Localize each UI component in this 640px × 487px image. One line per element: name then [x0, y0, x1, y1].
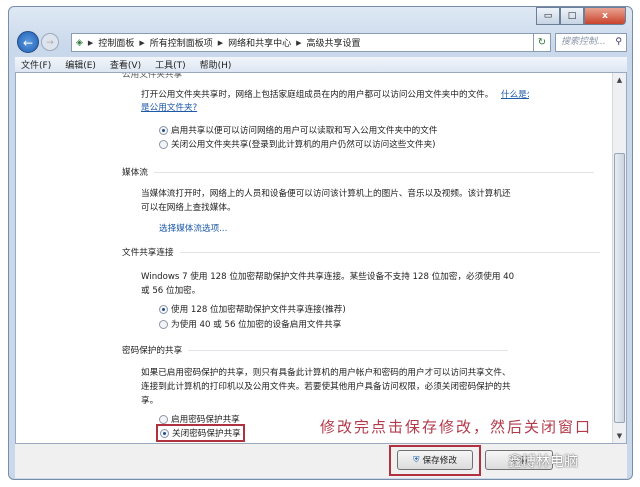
radio-label: 关闭公用文件夹共享(登录到此计算机的用户仍然可以访问这些文件夹)	[171, 140, 436, 150]
radio-label: 使用 128 位加密帮助保护文件共享连接(推荐)	[171, 305, 346, 315]
media-text: 当媒体流打开时，网络上的人员和设备便可以访问该计算机上的图片、音乐以及视频。该计…	[141, 189, 511, 199]
refresh-icon[interactable]: ↻	[533, 33, 551, 52]
file-sharing-heading: 文件共享连接	[122, 246, 600, 258]
radio-button[interactable]	[159, 139, 168, 149]
menu-tools[interactable]: 工具(T)	[155, 58, 186, 71]
radio-button[interactable]	[159, 319, 168, 329]
radio-40-56-bit[interactable]: 为使用 40 或 56 位加密的设备启用文件共享	[159, 318, 341, 330]
forward-arrow-icon[interactable]: →	[41, 33, 59, 51]
settings-content: 公用文件夹共享 打开公用文件夹共享时，网络上包括家庭组成员在内的用户都可以访问公…	[15, 72, 627, 444]
annotation-text: 修改完点击保存修改，然后关闭窗口	[320, 418, 593, 436]
chevron-right-icon: ▶	[296, 38, 302, 47]
watermark: 鑫博林电脑	[508, 454, 578, 470]
radio-128-bit[interactable]: 使用 128 位加密帮助保护文件共享连接(推荐)	[159, 303, 346, 315]
search-placeholder: 搜索控制...	[561, 37, 606, 47]
divider	[179, 251, 600, 253]
radio-disable-password-sharing[interactable]: 关闭密码保护共享	[156, 424, 245, 442]
save-changes-button[interactable]: ⛨ 保存修改	[397, 450, 473, 470]
breadcrumb-item[interactable]: 网络和共享中心	[228, 36, 291, 49]
radio-label: 为使用 40 或 56 位加密的设备启用文件共享	[171, 320, 342, 330]
file-sharing-text: Windows 7 使用 128 位加密帮助保护文件共享连接。某些设备不支持 1…	[141, 272, 515, 282]
control-panel-icon: ◈	[76, 37, 83, 48]
password-text: 如果已启用密码保护的共享，则只有具备此计算机的用户帐户和密码的用户才可以访问共享…	[141, 368, 511, 378]
radio-enable-public-sharing[interactable]: 启用共享以便可以访问网络的用户可以读取和写入公用文件夹中的文件	[159, 124, 437, 136]
section-title: 文件共享连接	[122, 248, 174, 258]
shield-icon: ⛨	[413, 455, 420, 465]
section-title: 密码保护的共享	[122, 346, 183, 356]
save-label: 保存修改	[422, 456, 457, 466]
scroll-up-icon[interactable]: ▲	[613, 73, 626, 87]
file-sharing-text: 或 56 位加密。	[141, 286, 201, 296]
maximize-button[interactable]: □	[560, 7, 584, 25]
password-heading: 密码保护的共享	[122, 344, 509, 356]
menu-edit[interactable]: 编辑(E)	[65, 58, 96, 71]
address-bar: ← → ◈ ▶ 控制面板 ▶ 所有控制面板项 ▶ 网络和共享中心 ▶ 高级共享设…	[15, 31, 627, 53]
section-title: 媒体流	[122, 168, 148, 178]
what-is-public-folder-link[interactable]: 什么是公用文件夹?	[501, 88, 529, 100]
password-text: 享。	[141, 396, 159, 406]
radio-button[interactable]	[159, 414, 168, 424]
radio-label: 关闭密码保护共享	[172, 429, 241, 439]
menu-file[interactable]: 文件(F)	[21, 58, 51, 71]
scroll-down-icon[interactable]: ▼	[613, 429, 626, 443]
public-folder-description: 打开公用文件夹共享时，网络上包括家庭组成员在内的用户都可以访问公用文件夹中的文件…	[141, 90, 494, 100]
breadcrumb-item[interactable]: 控制面板	[98, 36, 134, 49]
search-input[interactable]: 搜索控制... ⚲	[555, 33, 627, 52]
breadcrumb-item[interactable]: 高级共享设置	[307, 36, 361, 49]
menu-view[interactable]: 查看(V)	[110, 58, 141, 71]
chevron-right-icon: ▶	[139, 38, 145, 47]
radio-button[interactable]	[159, 125, 168, 135]
minimize-button[interactable]: ▭	[536, 7, 560, 25]
divider	[188, 349, 509, 351]
window-controls: ▭ □ x	[536, 7, 626, 25]
breadcrumb[interactable]: ◈ ▶ 控制面板 ▶ 所有控制面板项 ▶ 网络和共享中心 ▶ 高级共享设置 ▼	[71, 33, 549, 52]
radio-button[interactable]	[159, 304, 168, 314]
search-icon[interactable]: ⚲	[615, 34, 622, 51]
vertical-scrollbar[interactable]: ▲ ▼	[612, 73, 626, 443]
password-text: 连接到此计算机的打印机以及公用文件夹。若要使其他用户具备访问权限，必须关闭密码保…	[141, 382, 511, 392]
menu-bar: 文件(F) 编辑(E) 查看(V) 工具(T) 帮助(H)	[15, 57, 627, 72]
media-streaming-options-link[interactable]: 选择媒体流选项...	[159, 222, 227, 234]
what-is-public-folder-link-cont[interactable]: 是公用文件夹?	[141, 101, 197, 113]
advanced-sharing-window: ▭ □ x ← → ◈ ▶ 控制面板 ▶ 所有控制面板项 ▶ 网络和共享中心 ▶…	[8, 6, 633, 480]
divider	[153, 171, 594, 173]
media-text: 可以在网络上查找媒体。	[141, 203, 236, 213]
close-button[interactable]: x	[584, 7, 626, 25]
media-heading: 媒体流	[122, 166, 594, 178]
scrollbar-thumb[interactable]	[614, 153, 625, 423]
radio-label: 启用共享以便可以访问网络的用户可以读取和写入公用文件夹中的文件	[171, 126, 438, 136]
radio-button[interactable]	[160, 428, 169, 438]
radio-disable-public-sharing[interactable]: 关闭公用文件夹共享(登录到此计算机的用户仍然可以访问这些文件夹)	[159, 138, 436, 150]
chevron-right-icon: ▶	[217, 38, 224, 47]
back-arrow-icon[interactable]: ←	[17, 31, 39, 53]
breadcrumb-item[interactable]: 所有控制面板项	[150, 36, 213, 49]
menu-help[interactable]: 帮助(H)	[200, 58, 232, 71]
chevron-right-icon: ▶	[87, 38, 94, 47]
